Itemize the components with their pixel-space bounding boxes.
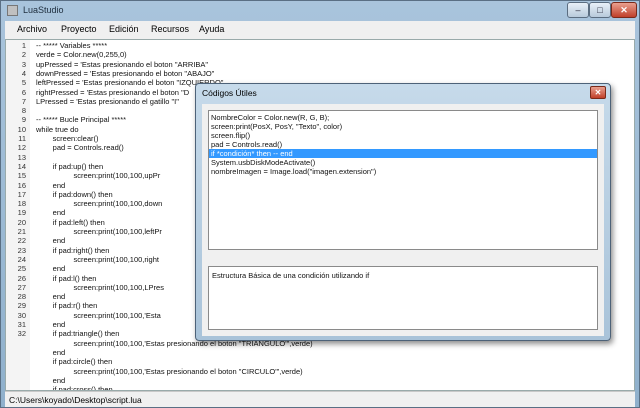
window-title: LuaStudio [23, 5, 64, 15]
code-line: if pad:right() then [36, 245, 110, 255]
code-line: if pad:circle() then [36, 357, 113, 367]
line-number: 30 [17, 310, 26, 320]
line-number: 1 [21, 41, 26, 50]
line-number: 23 [17, 245, 26, 255]
line-number: 17 [17, 189, 26, 199]
maximize-icon: □ [597, 5, 603, 15]
line-number: 28 [17, 292, 26, 302]
code-line: downPressed = 'Estas presionando el boto… [36, 68, 215, 78]
line-number: 11 [18, 134, 26, 143]
main-window: LuaStudio – □ ✕ Archivo Proyecto Edición… [0, 0, 640, 408]
code-line: -- ***** Bucle Principal ***** [36, 115, 127, 125]
menu-bar: Archivo Proyecto Edición Recursos Ayuda [5, 21, 635, 39]
line-number: 15 [17, 171, 26, 181]
code-line: end [36, 292, 66, 302]
code-line: screen:print(100,100,upPr [36, 171, 161, 181]
line-number: 22 [17, 236, 26, 246]
line-number: 8 [21, 106, 26, 116]
line-number: 9 [21, 115, 26, 125]
snippet-item[interactable]: screen:print(PosX, PosY, "Texto", color) [209, 122, 597, 131]
line-number: 5 [21, 78, 26, 88]
dialog-close-button[interactable]: ✕ [590, 86, 606, 99]
code-line: while true do [36, 124, 79, 134]
line-number: 26 [17, 273, 26, 283]
snippet-item[interactable]: if *condición* then -- end [209, 149, 597, 158]
description-box: Estructura Básica de una condición utili… [208, 266, 598, 330]
code-line: screen:print(100,100,'Estas presionando … [36, 366, 303, 376]
snippet-item[interactable]: pad = Controls.read() [209, 140, 597, 149]
status-bar: C:\Users\koyado\Desktop\script.lua [5, 391, 635, 407]
file-path: C:\Users\koyado\Desktop\script.lua [9, 395, 142, 405]
code-line: if pad:down() then [36, 189, 113, 199]
close-button[interactable]: ✕ [611, 2, 637, 18]
line-number: 2 [21, 50, 26, 60]
line-number: 13 [17, 152, 26, 162]
close-icon: ✕ [620, 5, 628, 15]
line-number: 4 [21, 68, 26, 78]
line-number: 19 [17, 208, 26, 218]
snippet-item[interactable]: nombreImagen = Image.load("imagen.extens… [209, 167, 597, 176]
code-line: end [36, 375, 66, 385]
snippet-description: Estructura Básica de una condición utili… [212, 271, 370, 280]
line-number: 3 [21, 59, 26, 69]
code-line: screen:print(100,100,right [36, 254, 159, 264]
code-line: -- ***** Variables ***** [36, 41, 108, 50]
code-line: LPressed = 'Estas presionando el gatillo… [36, 96, 179, 106]
line-number: 18 [17, 199, 26, 209]
code-line: if pad:triangle() then [36, 329, 120, 339]
snippet-item[interactable]: screen.flip() [209, 131, 597, 140]
code-line: rightPressed = 'Estas presionando el bot… [36, 87, 190, 97]
code-line: end [36, 180, 66, 190]
code-line: screen:print(100,100,leftPr [36, 227, 162, 236]
useful-codes-dialog: Códigos Útiles ✕ NombreColor = Color.new… [195, 83, 611, 341]
line-number: 29 [17, 301, 26, 311]
code-line: screen:print(100,100,LPres [36, 282, 164, 292]
menu-proyecto[interactable]: Proyecto [61, 24, 97, 34]
code-line: pad = Controls.read() [36, 143, 124, 153]
line-number: 16 [17, 180, 26, 190]
minimize-icon: – [575, 5, 581, 15]
line-number: 10 [17, 124, 26, 134]
menu-recursos[interactable]: Recursos [151, 24, 189, 34]
dialog-title: Códigos Útiles [202, 88, 257, 98]
menu-ayuda[interactable]: Ayuda [199, 24, 224, 34]
code-line: end [36, 264, 66, 274]
line-number: 20 [17, 217, 26, 227]
code-line: screen:print(100,100,'Esta [36, 310, 161, 320]
snippet-list[interactable]: NombreColor = Color.new(R, G, B); screen:… [208, 110, 598, 250]
line-number: 24 [17, 254, 26, 264]
snippet-item[interactable]: System.usbDiskModeActivate() [209, 158, 597, 167]
code-line: end [36, 236, 66, 246]
code-line: upPressed = 'Estas presionando el boton … [36, 59, 209, 69]
title-bar[interactable]: LuaStudio – □ ✕ [1, 1, 639, 21]
app-icon [7, 5, 18, 16]
minimize-button[interactable]: – [567, 2, 589, 18]
line-number: 7 [21, 96, 26, 106]
code-line: end [36, 208, 66, 218]
code-line: screen:print(100,100,down [36, 199, 163, 209]
line-number-gutter: 1 2 3 4 5 6 7 8 9 10 11 12 13 14 15 16 17 18 19 20 21 22 23 24 2… [6, 40, 30, 390]
code-line: if pad:up() then [36, 161, 104, 171]
snippet-item[interactable]: NombreColor = Color.new(R, G, B); [209, 113, 597, 122]
menu-archivo[interactable]: Archivo [17, 24, 47, 34]
line-number: 31 [17, 320, 26, 329]
line-number: 25 [17, 264, 26, 274]
code-line: verde = Color.new(0,255,0) [36, 50, 127, 60]
line-number: 32 [17, 329, 26, 339]
code-line: if pad:r() then [36, 301, 98, 311]
line-number: 12 [17, 143, 26, 153]
code-line: if pad:left() then [36, 217, 105, 227]
line-number: 6 [21, 87, 26, 97]
dialog-body: NombreColor = Color.new(R, G, B); screen:… [202, 104, 604, 336]
line-number: 14 [17, 161, 26, 171]
line-number: 27 [17, 282, 26, 292]
close-icon: ✕ [594, 88, 602, 97]
menu-edicion[interactable]: Edición [109, 24, 139, 34]
code-line: end [36, 347, 66, 357]
line-number: 21 [17, 227, 26, 236]
code-line: screen:clear() [36, 134, 99, 143]
maximize-button[interactable]: □ [589, 2, 611, 18]
code-line: if pad:l() then [36, 273, 97, 283]
code-line: end [36, 320, 66, 329]
